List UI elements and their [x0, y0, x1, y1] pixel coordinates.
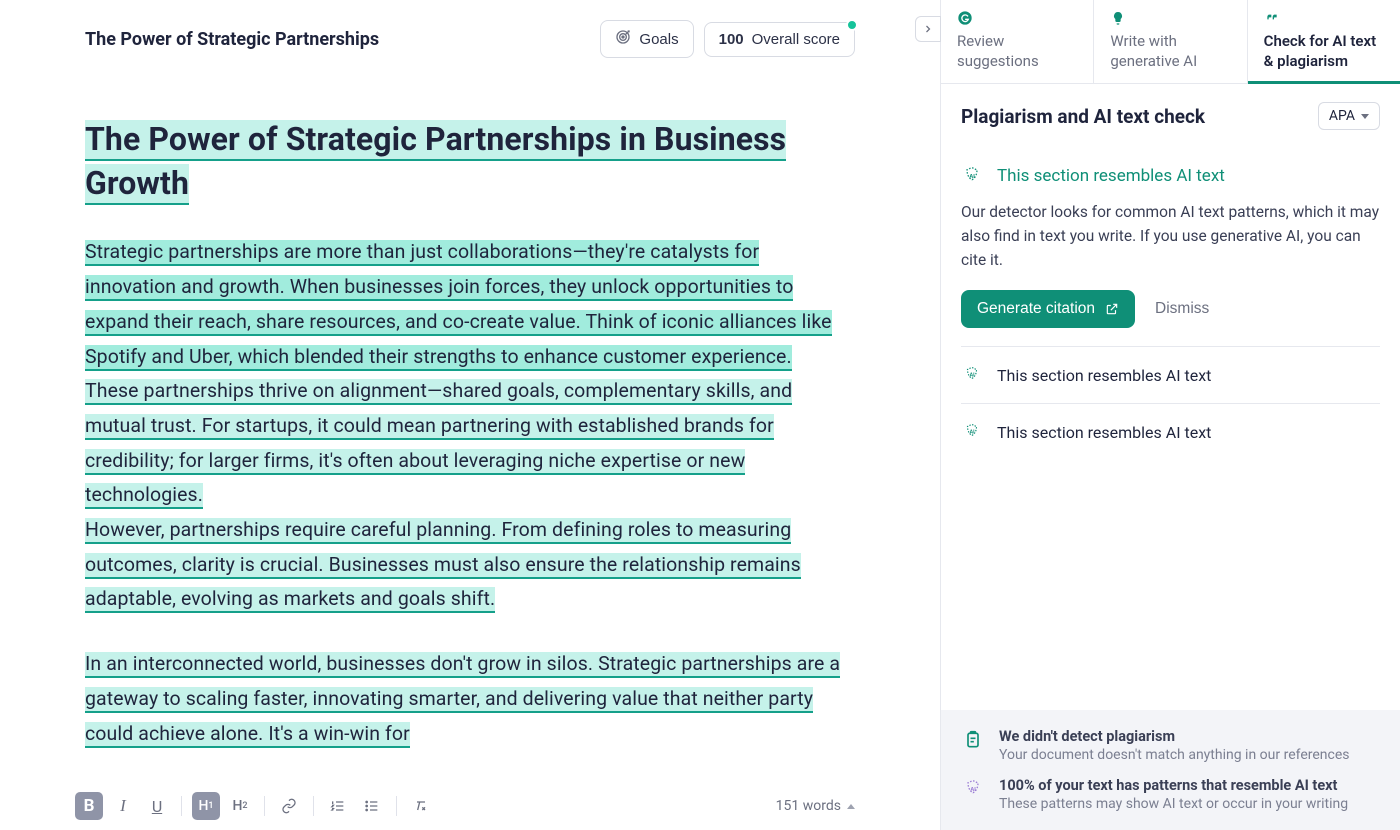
issue-item: AI This section resembles AI text Our de… [961, 148, 1380, 347]
chevron-down-icon [1361, 114, 1369, 119]
overall-score-button[interactable]: 100 Overall score [704, 22, 855, 57]
tab-review-suggestions[interactable]: Review suggestions [941, 0, 1094, 83]
chevron-up-icon [847, 804, 855, 809]
tab-label: Check for AI text & plagiarism [1264, 32, 1384, 71]
header-controls: Goals 100 Overall score [600, 20, 855, 58]
summary-footer: We didn't detect plagiarism Your documen… [941, 710, 1400, 830]
svg-text:AI: AI [969, 430, 975, 436]
tab-label: Review suggestions [957, 32, 1077, 71]
paragraph[interactable]: These partnerships thrive on alignment—s… [85, 374, 855, 513]
issue-list: AI This section resembles AI text Our de… [941, 148, 1400, 710]
italic-button[interactable]: I [109, 792, 137, 820]
target-icon [615, 29, 631, 49]
issue-actions: Generate citation Dismiss [961, 290, 1380, 328]
score-indicator-dot [846, 19, 858, 31]
lightbulb-icon [1110, 10, 1230, 28]
summary-ai-text: AI 100% of your text has patterns that r… [963, 777, 1380, 812]
underline-button[interactable]: U [143, 792, 171, 820]
document-heading[interactable]: The Power of Strategic Partnerships in B… [85, 120, 786, 202]
tab-label: Write with generative AI [1110, 32, 1230, 71]
clipboard-icon [963, 728, 985, 763]
issue-item: AI This section resembles AI text [961, 347, 1380, 404]
ai-badge-icon: AI [961, 166, 983, 186]
issue-label: This section resembles AI text [997, 366, 1211, 385]
ordered-list-button[interactable] [324, 792, 352, 820]
tab-plagiarism-check[interactable]: Check for AI text & plagiarism [1248, 0, 1400, 83]
ai-badge-icon: AI [961, 365, 983, 385]
svg-text:AI: AI [970, 787, 976, 793]
goals-button[interactable]: Goals [600, 20, 693, 58]
collapse-panel-button[interactable] [915, 16, 941, 42]
summary-title: We didn't detect plagiarism [999, 728, 1350, 745]
score-label: Overall score [752, 31, 840, 48]
generate-citation-button[interactable]: Generate citation [961, 290, 1135, 328]
word-count[interactable]: 151 words [776, 798, 855, 814]
issue-body: Our detector looks for common AI text pa… [961, 186, 1380, 328]
external-link-icon [1105, 302, 1119, 316]
summary-desc: These patterns may show AI text or occur… [999, 796, 1348, 812]
heading2-button[interactable]: H2 [226, 792, 254, 820]
unordered-list-button[interactable] [358, 792, 386, 820]
svg-text:AI: AI [969, 373, 975, 379]
score-value: 100 [719, 31, 744, 48]
document-body[interactable]: The Power of Strategic Partnerships in B… [85, 118, 855, 751]
paragraph[interactable]: Strategic partnerships are more than jus… [85, 235, 855, 374]
toolbar-separator [181, 796, 182, 816]
grammarly-icon [957, 10, 1077, 28]
svg-text:AI: AI [969, 174, 975, 180]
document-title[interactable]: The Power of Strategic Partnerships [85, 29, 379, 50]
sidebar-tabs: Review suggestions Write with generative… [941, 0, 1400, 84]
issue-header[interactable]: AI This section resembles AI text [961, 422, 1380, 442]
quote-icon [1264, 10, 1384, 28]
toolbar-separator [264, 796, 265, 816]
panel-header: Plagiarism and AI text check APA [941, 84, 1400, 148]
bold-button[interactable]: B [75, 792, 103, 820]
dismiss-button[interactable]: Dismiss [1155, 300, 1209, 318]
format-toolbar: B I U H1 H2 151 words [0, 782, 940, 830]
issue-header[interactable]: AI This section resembles AI text [961, 365, 1380, 385]
ai-badge-icon: AI [961, 422, 983, 442]
toolbar-separator [313, 796, 314, 816]
issue-header[interactable]: AI This section resembles AI text [961, 166, 1380, 186]
issue-item: AI This section resembles AI text [961, 404, 1380, 460]
summary-desc: Your document doesn't match anything in … [999, 747, 1350, 763]
panel-title: Plagiarism and AI text check [961, 105, 1205, 128]
document-header: The Power of Strategic Partnerships Goal… [85, 20, 855, 58]
summary-plagiarism: We didn't detect plagiarism Your documen… [963, 728, 1380, 763]
citation-style-select[interactable]: APA [1318, 102, 1380, 130]
tab-generative-ai[interactable]: Write with generative AI [1094, 0, 1247, 83]
toolbar-separator [396, 796, 397, 816]
ai-badge-icon: AI [963, 777, 985, 812]
issue-description: Our detector looks for common AI text pa… [961, 200, 1380, 272]
right-sidebar: Review suggestions Write with generative… [940, 0, 1400, 830]
paragraph[interactable]: In an interconnected world, businesses d… [85, 647, 855, 751]
link-button[interactable] [275, 792, 303, 820]
issue-label: This section resembles AI text [997, 166, 1225, 186]
summary-title: 100% of your text has patterns that rese… [999, 777, 1348, 794]
paragraph[interactable]: However, partnerships require careful pl… [85, 513, 855, 617]
clear-format-button[interactable] [407, 792, 435, 820]
goals-label: Goals [639, 31, 678, 48]
issue-label: This section resembles AI text [997, 423, 1211, 442]
editor-area: The Power of Strategic Partnerships Goal… [0, 0, 940, 830]
heading1-button[interactable]: H1 [192, 792, 220, 820]
